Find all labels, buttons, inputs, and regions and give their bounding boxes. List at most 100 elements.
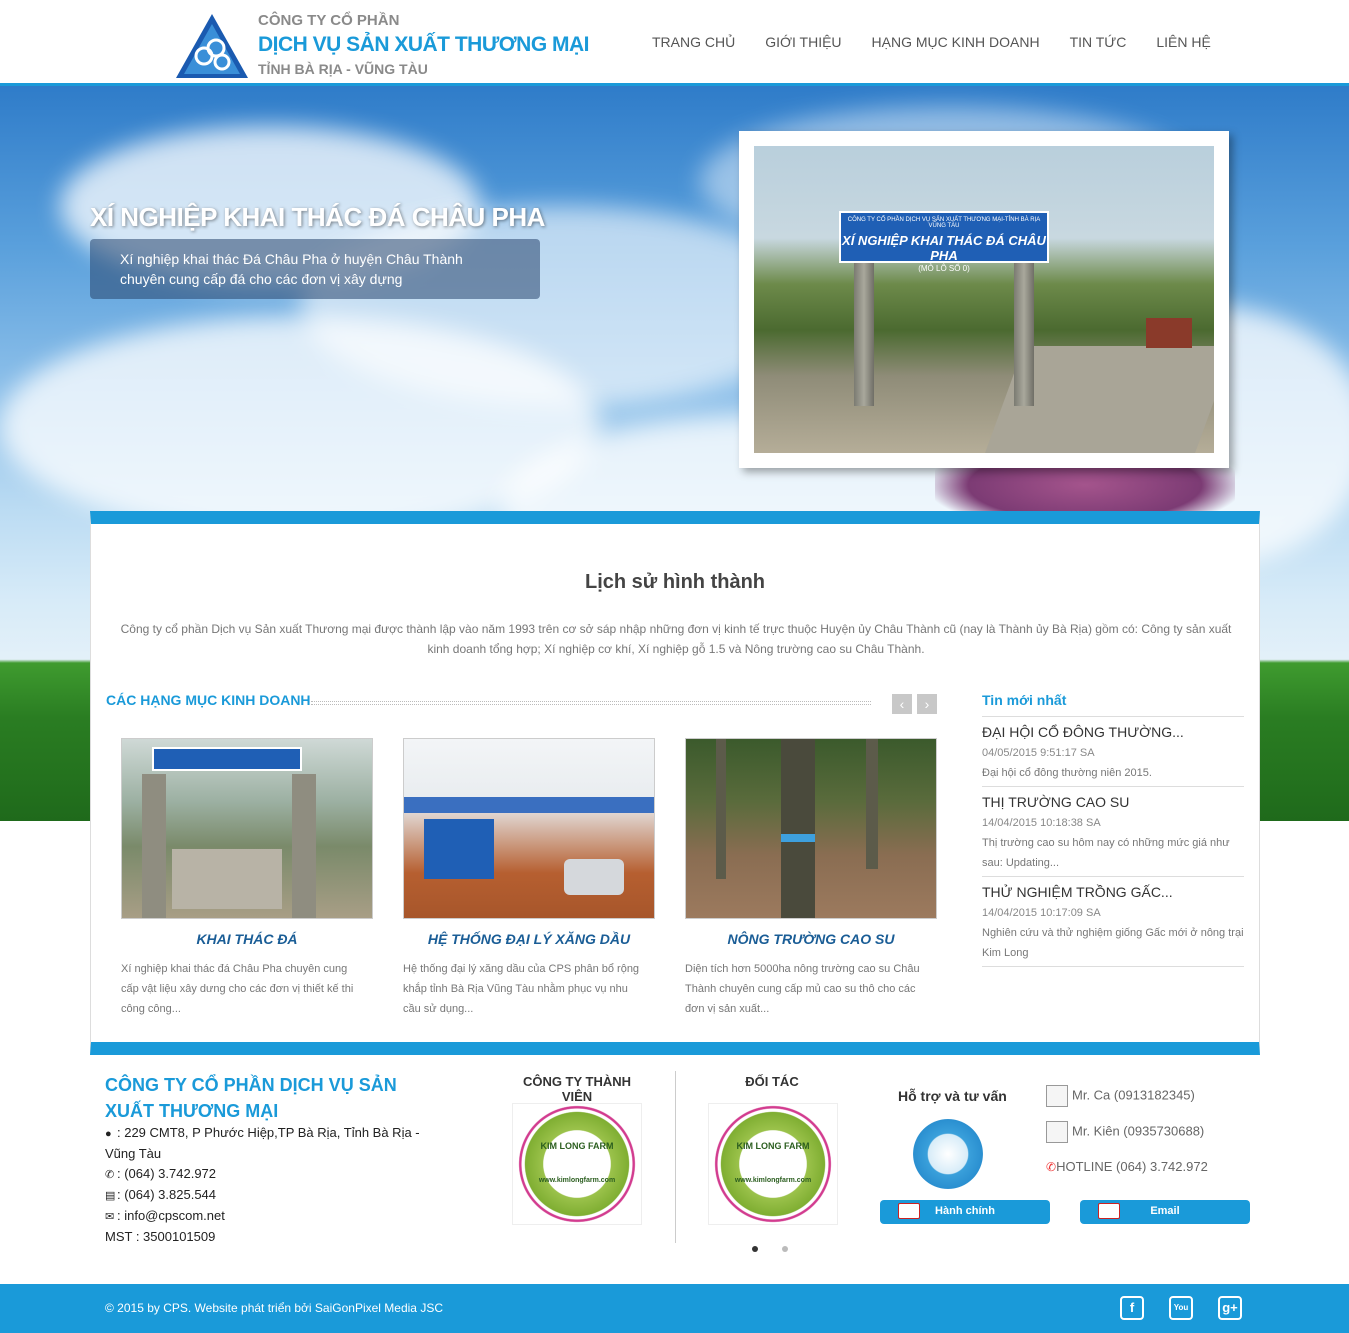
- hero-photo-frame[interactable]: CÔNG TY CỔ PHẦN DỊCH VỤ SẢN XUẤT THƯƠNG …: [739, 131, 1229, 468]
- nav-about[interactable]: GIỚI THIỆU: [765, 34, 841, 50]
- footer-email: ✉: info@cpscom.net: [105, 1206, 435, 1227]
- news-item-date: 04/05/2015 9:51:17 SA: [982, 747, 1095, 759]
- footer-phone: ✆: (064) 3.742.972: [105, 1164, 435, 1185]
- site-header: CÔNG TY CỔ PHẦN DỊCH VỤ SẢN XUẤT THƯƠNG …: [0, 0, 1349, 86]
- footer-company-name: CÔNG TY CỔ PHẦN DỊCH VỤ SẢN XUẤT THƯƠNG …: [105, 1075, 397, 1121]
- nav-business[interactable]: HẠNG MỤC KINH DOANH: [872, 34, 1040, 50]
- carousel-dot[interactable]: [782, 1246, 788, 1252]
- footer-email-text[interactable]: : info@cpscom.net: [117, 1208, 225, 1223]
- contact-card-icon: [1046, 1085, 1068, 1107]
- partners-title: ĐỐI TÁC: [745, 1074, 799, 1089]
- carousel-prev-button[interactable]: ‹: [892, 694, 912, 714]
- brand-line-3: TỈNH BÀ RỊA - VŨNG TÀU: [258, 61, 428, 77]
- kimlong-farm-logo: KIM LONG FARM www.kimlongfarm.com: [518, 1105, 636, 1223]
- footer-fax: ▤: (064) 3.825.544: [105, 1185, 435, 1206]
- news-item[interactable]: THỬ NGHIỆM TRỒNG GẤC... 14/04/2015 10:17…: [982, 877, 1244, 967]
- footer-address-text: : 229 CMT8, P Phước Hiệp,TP Bà Rịa, Tỉnh…: [105, 1125, 420, 1161]
- pillar-shape: [142, 774, 166, 918]
- partner-logo-kimlong[interactable]: KIM LONG FARM www.kimlongfarm.com: [708, 1103, 838, 1225]
- envelope-icon: [898, 1203, 920, 1219]
- logo-text-bottom: www.kimlongfarm.com: [734, 1177, 812, 1184]
- nav-home[interactable]: TRANG CHỦ: [652, 34, 735, 50]
- business-item[interactable]: KHAI THÁC ĐÁ Xí nghiệp khai thác đá Châu…: [121, 738, 373, 1019]
- brand-line-2: DỊCH VỤ SẢN XUẤT THƯƠNG MẠI: [258, 33, 590, 56]
- email-button-label: Email: [1150, 1205, 1180, 1217]
- footer-phone-text: : (064) 3.742.972: [117, 1166, 217, 1181]
- news-item-date: 14/04/2015 10:18:38 SA: [982, 817, 1101, 829]
- business-item[interactable]: NÔNG TRƯỜNG CAO SU Diện tích hơn 5000ha …: [685, 738, 937, 1019]
- carousel-next-button[interactable]: ›: [917, 694, 937, 714]
- hotline-text: HOTLINE (064) 3.742.972: [1056, 1159, 1208, 1174]
- gate-sign-sub: (MỎ LÔ SỐ 0): [918, 264, 970, 273]
- support-contact-1[interactable]: Mr. Ca (0913182345): [1046, 1085, 1195, 1107]
- hero-caption-line-2: chuyên cung cấp đá cho các đơn vị xây dự…: [120, 271, 403, 287]
- business-item[interactable]: HỆ THỐNG ĐẠI LÝ XĂNG DẦU Hệ thống đại lý…: [403, 738, 655, 1019]
- news-item-title[interactable]: ĐẠI HỘI CỔ ĐÔNG THƯỜNG...: [982, 721, 1244, 743]
- wall-shape: [172, 849, 282, 909]
- hero-caption-line-1: Xí nghiệp khai thác Đá Châu Pha ở huyện …: [120, 251, 463, 267]
- google-plus-icon[interactable]: g+: [1218, 1296, 1242, 1320]
- member-logo-kimlong[interactable]: KIM LONG FARM www.kimlongfarm.com: [512, 1103, 642, 1225]
- footer-fax-text: : (064) 3.825.544: [117, 1187, 217, 1202]
- news-item-title[interactable]: THỬ NGHIỆM TRỒNG GẤC...: [982, 881, 1244, 903]
- youtube-icon[interactable]: You: [1169, 1296, 1193, 1320]
- nav-news[interactable]: TIN TỨC: [1070, 34, 1127, 50]
- business-item-desc: Xí nghiệp khai thác đá Châu Pha chuyên c…: [121, 963, 354, 1015]
- news-item[interactable]: ĐẠI HỘI CỔ ĐÔNG THƯỜNG... 04/05/2015 9:5…: [982, 717, 1244, 787]
- truck-shape: [1146, 318, 1192, 348]
- admin-button-label: Hành chính: [935, 1205, 995, 1217]
- kimlong-farm-logo: KIM LONG FARM www.kimlongfarm.com: [714, 1105, 832, 1223]
- news-item-desc: Đại hội cổ đông thường niên 2015.: [982, 767, 1152, 779]
- pillar-shape: [292, 774, 316, 918]
- footer-address: ●: 229 CMT8, P Phước Hiệp,TP Bà Rịa, Tỉn…: [105, 1123, 435, 1164]
- gate-pillar: [1014, 261, 1034, 406]
- footer-tax: MST : 3500101509: [105, 1229, 216, 1244]
- history-text-line-2: kinh doanh tổng hợp; Xí nghiệp cơ khí, X…: [427, 642, 925, 656]
- logo-text-top: KIM LONG FARM: [736, 1141, 810, 1151]
- footer-contact-info: ●: 229 CMT8, P Phước Hiệp,TP Bà Rịa, Tỉn…: [105, 1123, 435, 1247]
- business-item-title[interactable]: HỆ THỐNG ĐẠI LÝ XĂNG DẦU: [403, 931, 655, 947]
- tree-trunk-shape: [866, 739, 878, 869]
- tree-trunk-shape: [781, 739, 815, 918]
- canopy-shape: [404, 797, 654, 813]
- map-marker-icon: ●: [105, 1128, 112, 1140]
- business-item-title[interactable]: NÔNG TRƯỜNG CAO SU: [685, 931, 937, 947]
- hotline[interactable]: ✆HOTLINE (064) 3.742.972: [1046, 1159, 1208, 1174]
- news-item-title[interactable]: THỊ TRƯỜNG CAO SU: [982, 791, 1244, 813]
- tap-band-shape: [781, 834, 815, 842]
- news-item[interactable]: THỊ TRƯỜNG CAO SU 14/04/2015 10:18:38 SA…: [982, 787, 1244, 877]
- gate-pillar: [854, 261, 874, 406]
- rubber-farm-thumbnail[interactable]: [685, 738, 937, 919]
- quarry-thumbnail[interactable]: [121, 738, 373, 919]
- logo-text-top: KIM LONG FARM: [540, 1141, 614, 1151]
- gate-sign-small: CÔNG TY CỔ PHẦN DỊCH VỤ SẢN XUẤT THƯƠNG …: [847, 217, 1041, 229]
- email-support-button[interactable]: Email: [1080, 1200, 1250, 1224]
- carousel-dot-active[interactable]: [752, 1246, 758, 1252]
- quarry-gate-photo: CÔNG TY CỔ PHẦN DỊCH VỤ SẢN XUẤT THƯƠNG …: [754, 146, 1214, 453]
- content-card: Lịch sử hình thành Công ty cổ phần Dịch …: [90, 511, 1260, 1055]
- support-avatar-icon: [913, 1119, 983, 1189]
- fax-icon: ▤: [105, 1190, 116, 1202]
- brand-name[interactable]: CÔNG TY CỔ PHẦN DỊCH VỤ SẢN XUẤT THƯƠNG …: [258, 12, 590, 78]
- envelope-icon: [1098, 1203, 1120, 1219]
- support-contact-2[interactable]: Mr. Kiên (0935730688): [1046, 1121, 1204, 1143]
- latest-news: Tin mới nhất ĐẠI HỘI CỔ ĐÔNG THƯỜNG... 0…: [982, 692, 1244, 967]
- logo-text-bottom: www.kimlongfarm.com: [538, 1177, 616, 1184]
- site-footer: CÔNG TY CỔ PHẦN DỊCH VỤ SẢN XUẤT THƯƠNG …: [0, 1055, 1349, 1284]
- business-item-desc: Diện tích hơn 5000ha nông trường cao su …: [685, 963, 920, 1015]
- news-item-desc: Thị trường cao su hôm nay có những mức g…: [982, 837, 1230, 869]
- history-text-line-1: Công ty cổ phần Dịch vụ Sản xuất Thương …: [120, 622, 1232, 636]
- history-title: Lịch sử hình thành: [584, 571, 766, 593]
- business-heading: CÁC HẠNG MỤC KINH DOANH: [106, 692, 311, 708]
- news-item-date: 14/04/2015 10:17:09 SA: [982, 907, 1101, 919]
- footer-divider: [675, 1071, 676, 1243]
- business-item-title[interactable]: KHAI THÁC ĐÁ: [121, 931, 373, 947]
- main-nav: TRANG CHỦ GIỚI THIỆU HẠNG MỤC KINH DOANH…: [652, 34, 1241, 50]
- company-logo[interactable]: [174, 12, 250, 80]
- contact-card-icon: [1046, 1121, 1068, 1143]
- facebook-icon[interactable]: f: [1120, 1296, 1144, 1320]
- nav-contact[interactable]: LIÊN HỆ: [1156, 34, 1210, 50]
- admin-support-button[interactable]: Hành chính: [880, 1200, 1050, 1224]
- news-item-desc: Nghiên cứu và thử nghiệm giống Gấc mới ở…: [982, 927, 1244, 959]
- gas-station-thumbnail[interactable]: [403, 738, 655, 919]
